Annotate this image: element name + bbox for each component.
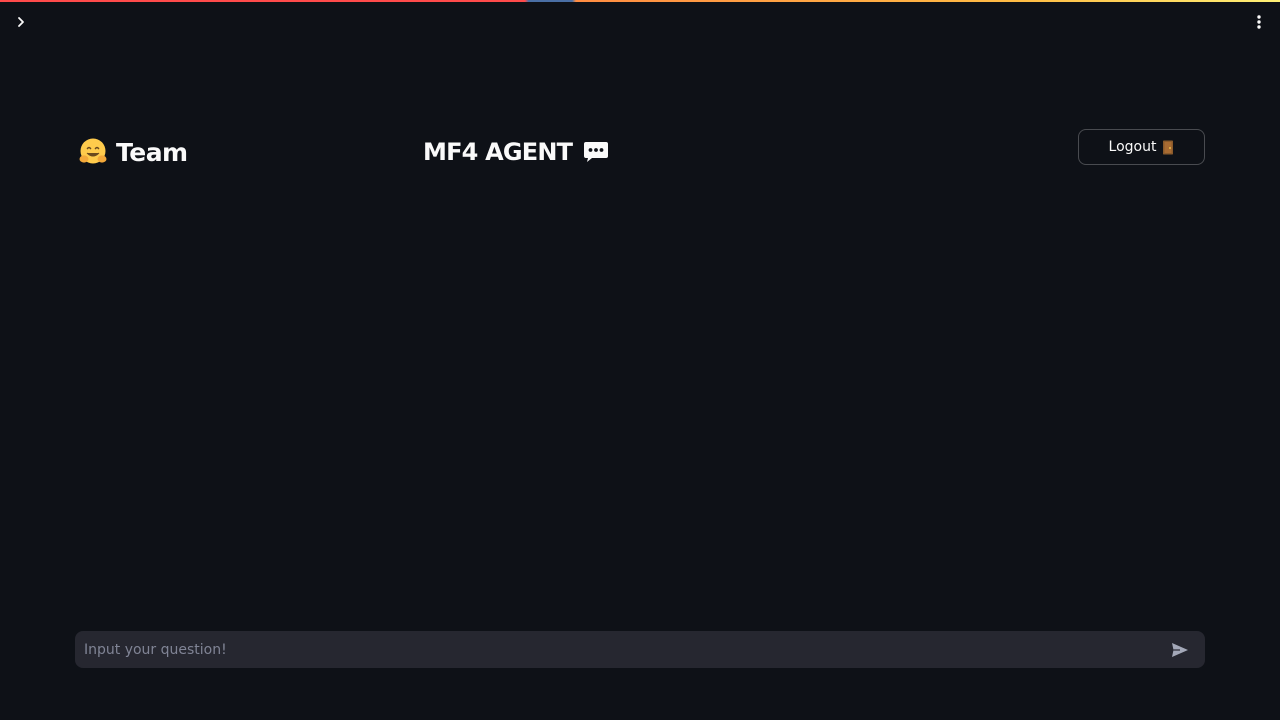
logout-button[interactable]: Logout — [1078, 129, 1205, 165]
send-icon — [1172, 642, 1188, 657]
door-icon — [1163, 140, 1174, 154]
chat-bubble-icon — [584, 142, 609, 162]
top-decoration-bar — [0, 0, 1280, 2]
main-menu-button[interactable] — [1249, 12, 1269, 32]
app-heading: MF4 AGENT — [423, 136, 610, 168]
logout-label: Logout — [1108, 139, 1157, 155]
send-button[interactable] — [1163, 633, 1197, 667]
chat-input[interactable] — [75, 631, 1163, 668]
team-title: Team — [116, 137, 188, 167]
chat-input-container — [75, 631, 1205, 668]
sidebar-toggle-button[interactable] — [11, 12, 31, 32]
more-vertical-icon — [1257, 15, 1261, 29]
team-heading: Team — [78, 136, 188, 168]
hugging-face-emoji-icon — [79, 138, 107, 164]
chevron-right-icon — [18, 17, 24, 27]
app-title: MF4 AGENT — [423, 138, 573, 166]
